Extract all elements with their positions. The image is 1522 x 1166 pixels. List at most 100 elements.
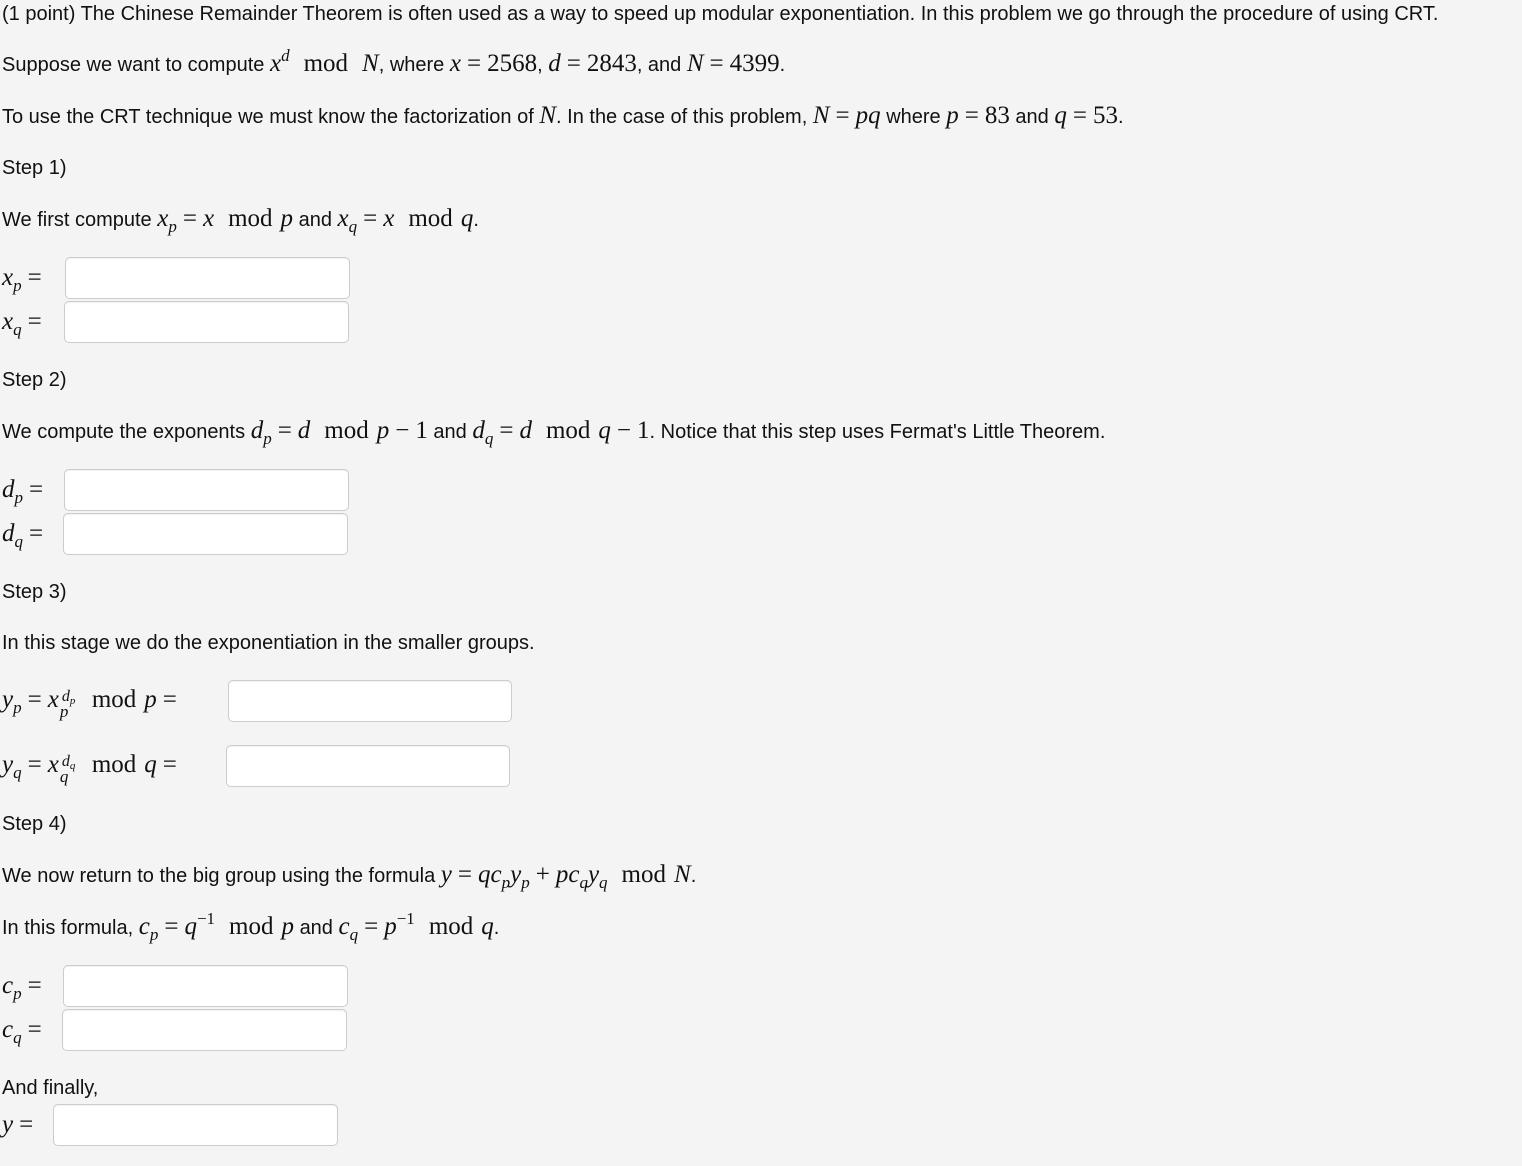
yq-label: yq = x dq q mod q = — [2, 751, 183, 786]
math-symbol: = — [835, 102, 850, 129]
math-symbol: x — [2, 308, 14, 335]
math-symbol: mod — [324, 417, 369, 444]
problem-intro: (1 point) The Chinese Remainder Theorem … — [2, 0, 1438, 28]
math-symbol: q — [144, 751, 157, 778]
math-symbol: y — [2, 1111, 14, 1138]
cq-input[interactable] — [62, 1009, 347, 1051]
math-symbol: p — [14, 488, 24, 507]
math-symbol: d — [2, 476, 15, 503]
step-3-text: In this stage we do the exponentiation i… — [2, 632, 535, 654]
p-value: 83 — [984, 102, 1010, 129]
math-symbol: dq q — [60, 752, 78, 786]
math-symbol: d — [472, 417, 485, 444]
math-symbol: = — [466, 50, 482, 77]
math-symbol: x — [337, 205, 349, 232]
math-symbol: x — [383, 205, 395, 232]
math-symbol: = — [363, 205, 378, 232]
math-symbol: q — [69, 759, 76, 772]
cp-label: cp = — [2, 972, 48, 1003]
math-symbol: mod — [408, 205, 453, 232]
math-symbol: = — [964, 102, 979, 129]
math-symbol: p — [501, 873, 511, 892]
xp-input[interactable] — [65, 257, 350, 299]
math-symbol: mod — [621, 861, 666, 888]
math-symbol: = — [457, 861, 472, 888]
math-symbol: p — [521, 873, 530, 892]
math-symbol: p — [263, 429, 272, 448]
y-input[interactable] — [53, 1104, 338, 1146]
math-symbol: d — [548, 50, 561, 77]
math-symbol: p — [13, 984, 22, 1003]
math-symbol: = — [27, 308, 42, 335]
cp-input[interactable] — [63, 965, 348, 1007]
math-symbol: q — [13, 320, 22, 339]
step-3-title: Step 3) — [2, 581, 67, 603]
math-symbol: = — [19, 1111, 34, 1138]
math-symbol: = — [709, 50, 724, 77]
math-symbol: = — [27, 264, 42, 291]
dq-input[interactable] — [63, 513, 348, 555]
math-symbol: = — [566, 50, 581, 77]
math-symbol: − — [395, 417, 410, 444]
math-symbol: = — [27, 686, 42, 713]
step-1-title: Step 1) — [2, 157, 67, 179]
math-symbol: y — [2, 751, 14, 778]
math-symbol: mod — [91, 751, 137, 778]
math-symbol: mod — [91, 686, 137, 713]
math-symbol: qc — [478, 861, 502, 888]
math-symbol: N — [362, 50, 379, 77]
factorization-text: To use the CRT technique we must know th… — [2, 102, 1124, 129]
math-symbol: y — [510, 861, 522, 888]
math-symbol: dp p — [60, 687, 78, 721]
math-symbol: N — [812, 102, 830, 129]
math-symbol: c — [2, 972, 14, 999]
dq-label: dq = — [2, 520, 49, 551]
math-symbol: q — [349, 925, 359, 944]
math-symbol: = — [29, 476, 44, 503]
xp-label: xp = — [2, 264, 48, 295]
math-symbol: = — [277, 417, 292, 444]
math-symbol: = — [27, 972, 42, 999]
cq-label: cq = — [2, 1016, 48, 1047]
math-symbol: q — [599, 873, 608, 892]
dp-input[interactable] — [64, 469, 349, 511]
math-symbol: p — [13, 276, 22, 295]
problem-setup: Suppose we want to compute xd mod N, where… — [2, 46, 786, 77]
math-symbol: d — [281, 46, 290, 65]
math-symbol: d — [519, 417, 532, 444]
math-symbol: − — [616, 417, 632, 444]
math-symbol: −1 — [396, 909, 415, 928]
math-symbol: N — [674, 861, 691, 888]
math-symbol: mod — [428, 913, 474, 940]
math-symbol: q — [14, 532, 24, 551]
math-symbol: d — [2, 520, 15, 547]
step-2-text: We compute the exponents dp = d mod p −1 and … — [2, 417, 1106, 448]
math-symbol: p — [59, 701, 69, 721]
math-symbol: y — [587, 861, 600, 888]
intro-text: The Chinese Remainder Theorem is often u… — [80, 3, 1439, 25]
math-symbol: x — [449, 50, 461, 77]
math-symbol: −1 — [196, 909, 216, 928]
math-symbol: pq — [855, 102, 881, 129]
y-label: y = — [2, 1111, 39, 1140]
math-symbol: q — [481, 913, 494, 940]
math-symbol: q — [59, 766, 69, 786]
math-symbol: p — [13, 698, 22, 717]
math-symbol: x — [269, 50, 282, 77]
math-symbol: q — [579, 873, 588, 892]
math-symbol: = — [27, 751, 42, 778]
math-symbol: pc — [555, 861, 580, 888]
xq-label: xq = — [2, 308, 48, 339]
step-4-title: Step 4) — [2, 813, 67, 835]
math-symbol: x — [157, 205, 169, 232]
dp-label: dp = — [2, 476, 49, 507]
math-symbol: y — [440, 861, 452, 888]
math-symbol: + — [535, 861, 550, 888]
yq-input[interactable] — [226, 745, 510, 787]
yp-input[interactable] — [228, 680, 512, 722]
mod-operator: mod — [303, 50, 349, 77]
xq-input[interactable] — [64, 301, 349, 343]
math-symbol: 1 — [637, 417, 650, 444]
math-symbol: d — [297, 417, 311, 444]
step-2-title: Step 2) — [2, 369, 67, 391]
